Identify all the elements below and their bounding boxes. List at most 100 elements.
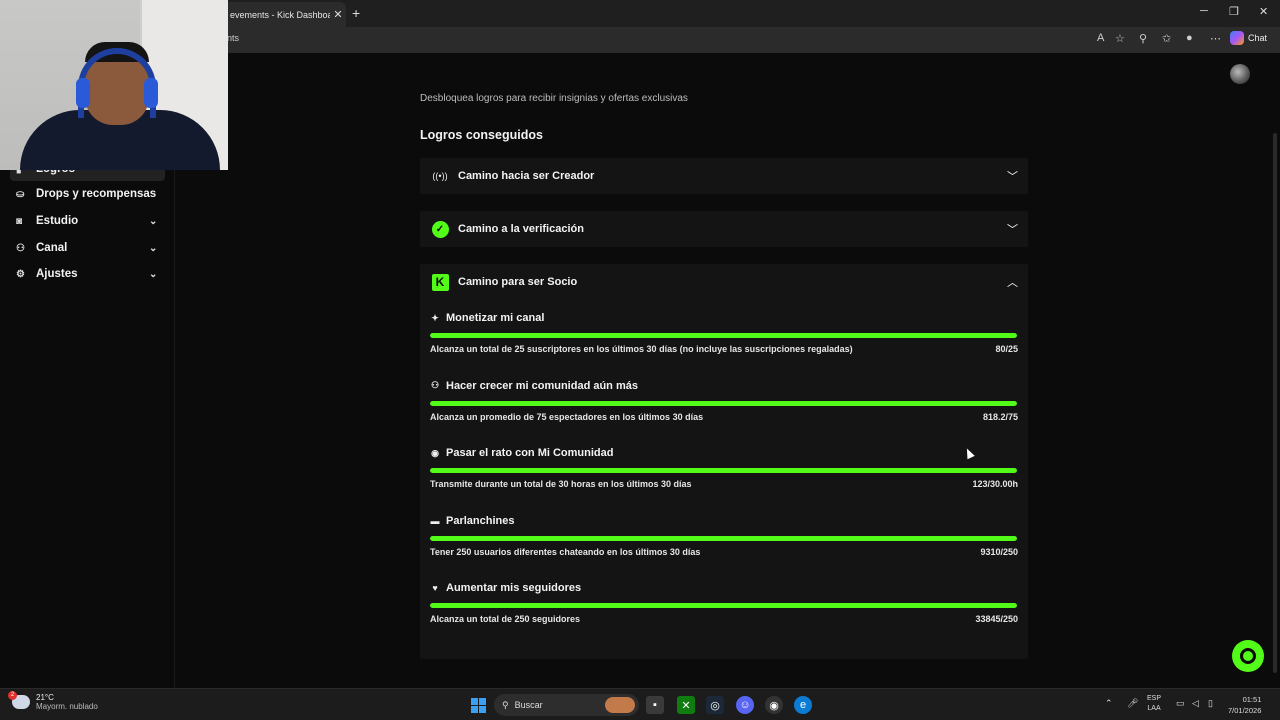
clock[interactable]: 01:51 7/01/2026 (1228, 694, 1261, 716)
start-button[interactable] (469, 696, 487, 714)
goal-value: 123/30.00h (972, 479, 1018, 489)
browser-tab[interactable]: evements - Kick Dashboard ✕ (222, 2, 346, 27)
accordion-header[interactable]: ((•)) Camino hacia ser Creador ﹀ (420, 158, 1028, 194)
chat-label: Chat (1248, 33, 1268, 43)
favorite-star-icon[interactable]: ☆ (1115, 32, 1125, 45)
clock-time: 01:51 (1242, 695, 1262, 704)
goal-description: Alcanza un total de 25 suscriptores en l… (430, 344, 853, 354)
user-avatar[interactable] (1230, 64, 1250, 84)
sidebar-item-canal[interactable]: ⚇ Canal ⌄ (10, 236, 165, 260)
kick-logo-icon: K (430, 273, 450, 291)
progress-fill (430, 468, 1017, 473)
weather-temperature: 21°C (36, 693, 54, 702)
accordion-header[interactable]: K Camino para ser Socio ︿ (420, 264, 1028, 300)
microphone-icon[interactable]: 🎤︎ (1127, 698, 1138, 709)
notification-badge: 2 (8, 691, 17, 700)
copilot-icon (1230, 31, 1244, 45)
progress-fill (430, 603, 1017, 608)
goal-item: ◉ Pasar el rato con Mi Comunidad Transmi… (430, 439, 1018, 507)
windows-taskbar: 2 21°C Mayorm. nublado ⚲ Buscar ▪ ✕ ◎ ☺ … (0, 688, 1280, 720)
gift-icon: ⛀ (16, 188, 25, 200)
goal-header: ▬ Parlanchines (430, 515, 515, 527)
goal-title: Pasar el rato con Mi Comunidad (446, 447, 614, 459)
sidebar-item-label: Canal (36, 242, 68, 254)
cloud-icon: 2 (8, 691, 30, 709)
chevron-up-icon: ︿ (1007, 277, 1018, 289)
progress-bar (430, 535, 1017, 541)
network-icon[interactable]: ▭ (1176, 698, 1185, 709)
extensions-icon[interactable]: ⚲ (1139, 32, 1147, 45)
accordion-title: Camino hacia ser Creador (458, 170, 595, 182)
new-tab-button[interactable]: + (352, 5, 360, 21)
sidebar-item-drops[interactable]: ⛀ Drops y recompensas (10, 182, 165, 206)
sidebar-item-label: Estudio (36, 215, 79, 227)
headset-cup-left (76, 78, 90, 108)
help-chat-button[interactable] (1232, 640, 1264, 672)
sidebar-item-estudio[interactable]: ◙ Estudio ⌄ (10, 209, 165, 233)
page-subtitle: Desbloquea logros para recibir insignias… (420, 93, 688, 104)
edge-browser-icon[interactable]: e (794, 696, 812, 714)
chevron-down-icon: ﹀ (1007, 224, 1018, 236)
goal-header: ✦ Monetizar mi canal (430, 312, 544, 324)
progress-bar (430, 400, 1017, 406)
headset-icon (1240, 648, 1256, 664)
accordion-title: Camino a la verificación (458, 223, 584, 235)
chat-bubble-icon: ▬ (430, 515, 440, 526)
goal-value: 80/25 (995, 344, 1018, 354)
sidebar-item-label: Ajustes (36, 268, 78, 280)
weather-widget[interactable]: 2 21°C Mayorm. nublado (8, 691, 98, 711)
progress-bar (430, 603, 1017, 608)
search-placeholder: Buscar (514, 700, 543, 710)
discord-icon[interactable]: ☺ (736, 696, 754, 714)
battery-icon[interactable]: ▯ (1208, 698, 1213, 709)
goal-item: ✦ Monetizar mi canal Alcanza un total de… (430, 304, 1018, 372)
weather-description: Mayorm. nublado (36, 702, 98, 711)
goal-value: 818.2/75 (982, 411, 1018, 422)
chevron-down-icon: ⌄ (149, 215, 158, 227)
accordion-partner-path: K Camino para ser Socio ︿ ✦ Monetizar mi… (420, 264, 1028, 659)
read-aloud-icon[interactable]: A (1097, 32, 1104, 44)
goal-item: ♥ Aumentar mis seguidores Alcanza un tot… (430, 574, 1018, 642)
gear-icon: ⚙ (16, 268, 25, 280)
tray-overflow-icon[interactable]: ⌃ (1105, 698, 1113, 709)
progress-fill (430, 535, 1017, 541)
page-scrollbar[interactable] (1273, 133, 1277, 673)
taskbar-search[interactable]: ⚲ Buscar (494, 694, 639, 716)
tab-close-icon[interactable]: ✕ (330, 8, 346, 21)
headset-cup-right (144, 78, 158, 108)
broadcast-icon: ((•)) (432, 171, 448, 181)
goal-value: 9310/250 (980, 546, 1018, 557)
heart-icon: ♥ (432, 583, 438, 593)
accordion-verification-path: ✓ Camino a la verificación ﹀ (420, 211, 1028, 247)
clock-date: 7/01/2026 (1228, 706, 1262, 715)
xbox-icon[interactable]: ✕ (677, 696, 695, 714)
obs-icon[interactable]: ◉ (765, 696, 783, 714)
close-window-button[interactable]: ✕ (1259, 5, 1268, 18)
goal-item: ⚇ Hacer crecer mi comunidad aún más Alca… (430, 372, 1018, 440)
restore-button[interactable]: ❐ (1229, 5, 1239, 18)
lang-bottom: LAA (1147, 705, 1161, 712)
goal-title: Hacer crecer mi comunidad aún más (446, 379, 638, 392)
task-view-icon[interactable]: ▪ (646, 696, 664, 714)
progress-bar (430, 468, 1017, 473)
favorites-icon[interactable]: ✩ (1162, 32, 1171, 45)
tab-title: evements - Kick Dashboard (230, 9, 330, 20)
profile-icon[interactable]: ● (1186, 32, 1193, 44)
more-menu-icon[interactable]: ⋯ (1210, 32, 1221, 45)
goal-header: ♥ Aumentar mis seguidores (430, 582, 581, 594)
goal-description: Transmite durante un total de 30 horas e… (430, 479, 692, 489)
minimize-button[interactable]: ─ (1200, 5, 1208, 17)
goal-item: ▬ Parlanchines Tener 250 usuarios difere… (430, 507, 1018, 575)
copilot-chat-button[interactable]: Chat (1230, 31, 1267, 45)
progress-bar (430, 333, 1017, 338)
goal-value: 33845/250 (975, 614, 1018, 624)
language-indicator[interactable]: ESP LAA (1147, 694, 1161, 714)
accordion-header[interactable]: ✓ Camino a la verificación ﹀ (420, 211, 1028, 247)
search-highlight-image (605, 697, 635, 713)
section-title: Logros conseguidos (420, 128, 543, 142)
volume-icon[interactable]: ◁ (1192, 698, 1199, 709)
steam-icon[interactable]: ◎ (706, 696, 724, 714)
sidebar-item-ajustes[interactable]: ⚙ Ajustes ⌄ (10, 262, 165, 286)
goal-title: Monetizar mi canal (446, 312, 545, 324)
users-icon: ⚇ (430, 380, 440, 390)
